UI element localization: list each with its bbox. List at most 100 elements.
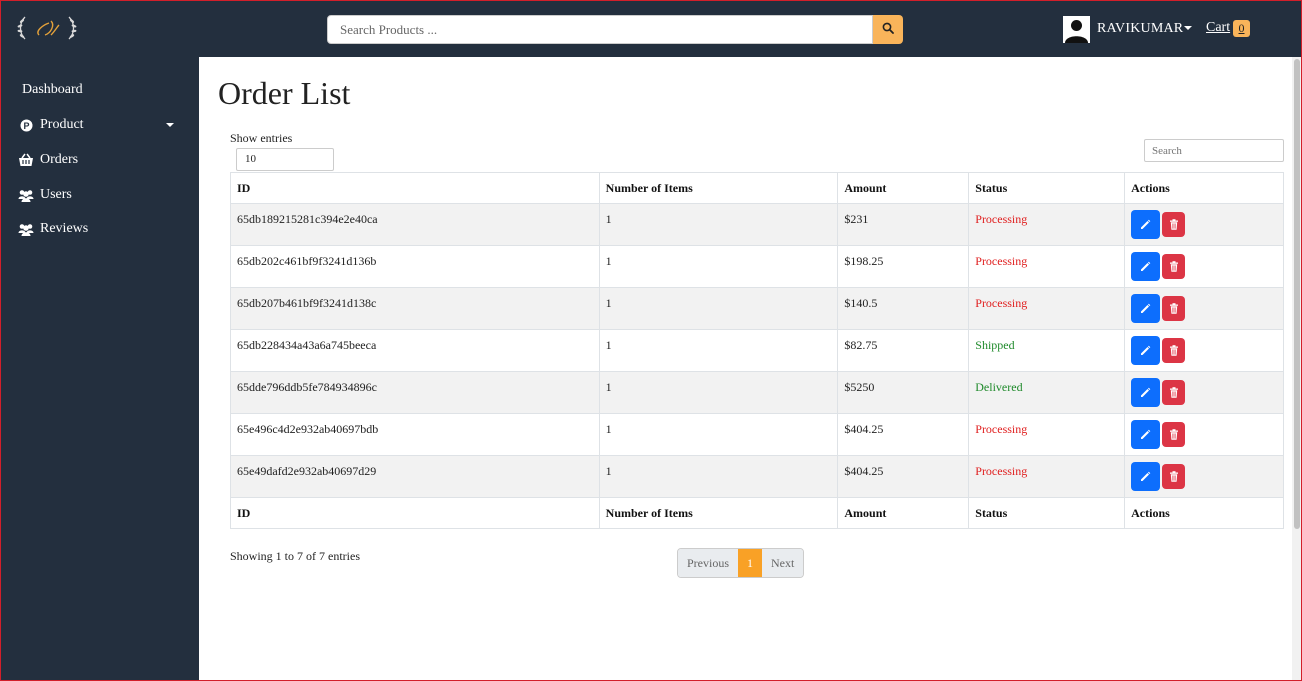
- top-navbar: RAVIKUMAR Cart 0: [1, 1, 1301, 57]
- table-body: 65db189215281c394e2e40ca 1 $231 Processing 6…: [230, 203, 1284, 498]
- user-menu[interactable]: RAVIKUMAR: [1063, 15, 1183, 43]
- sidebar: Dashboard P Product Orders Users Reviews: [1, 57, 199, 680]
- cart-count-badge[interactable]: 0: [1233, 20, 1250, 37]
- status-cell: Processing: [968, 413, 1126, 456]
- chevron-down-icon[interactable]: [1184, 26, 1192, 30]
- column-footer-actions[interactable]: Actions: [1124, 497, 1284, 529]
- brand-logo[interactable]: [15, 11, 79, 47]
- column-header-items[interactable]: Number of Items: [598, 172, 839, 204]
- sidebar-item-product[interactable]: P Product: [1, 110, 199, 140]
- items-count-cell: 1: [598, 329, 839, 372]
- column-footer-id[interactable]: ID: [230, 497, 600, 529]
- sidebar-item-dashboard[interactable]: Dashboard: [1, 75, 199, 105]
- trash-icon: [1169, 345, 1179, 356]
- status-cell: Processing: [968, 245, 1126, 288]
- pencil-icon: [1140, 429, 1151, 440]
- column-footer-amount[interactable]: Amount: [837, 497, 970, 529]
- order-id-cell: 65e49dafd2e932ab40697d29: [230, 455, 600, 498]
- table-row: 65dde796ddb5fe784934896c 1 $5250 Delivered: [230, 371, 1284, 414]
- chevron-down-icon[interactable]: [166, 123, 174, 127]
- amount-cell: $82.75: [837, 329, 970, 372]
- search-button[interactable]: [873, 15, 903, 44]
- actions-cell: [1124, 455, 1284, 498]
- delete-order-button[interactable]: [1162, 338, 1186, 363]
- product-search-input[interactable]: [327, 15, 873, 44]
- edit-order-button[interactable]: [1131, 378, 1161, 407]
- delete-order-button[interactable]: [1162, 296, 1186, 321]
- sidebar-item-reviews[interactable]: Reviews: [1, 214, 199, 244]
- sidebar-item-orders[interactable]: Orders: [1, 145, 199, 175]
- status-cell: Processing: [968, 287, 1126, 330]
- sidebar-item-label: Reviews: [40, 221, 89, 236]
- edit-order-button[interactable]: [1131, 210, 1161, 239]
- column-header-status[interactable]: Status: [968, 172, 1126, 204]
- search-icon: [882, 21, 894, 39]
- amount-cell: $231: [837, 203, 970, 246]
- show-entries-label: Show entries: [230, 131, 293, 145]
- trash-icon: [1169, 303, 1179, 314]
- table-header-row: ID Number of Items Amount Status Actions: [230, 172, 1284, 204]
- order-id-cell: 65db202c461bf9f3241d136b: [230, 245, 600, 288]
- amount-cell: $404.25: [837, 413, 970, 456]
- page-button-current[interactable]: 1: [738, 549, 762, 577]
- actions-cell: [1124, 287, 1284, 330]
- sidebar-item-label: Dashboard: [22, 82, 83, 97]
- table-row: 65db202c461bf9f3241d136b 1 $198.25 Processi…: [230, 245, 1284, 288]
- items-count-cell: 1: [598, 203, 839, 246]
- status-cell: Delivered: [968, 371, 1126, 414]
- edit-order-button[interactable]: [1131, 336, 1161, 365]
- delete-order-button[interactable]: [1162, 464, 1186, 489]
- previous-page-button[interactable]: Previous: [678, 549, 738, 577]
- actions-cell: [1124, 413, 1284, 456]
- amount-cell: $5250: [837, 371, 970, 414]
- delete-order-button[interactable]: [1162, 212, 1186, 237]
- scrollbar-thumb[interactable]: [1294, 59, 1300, 529]
- delete-order-button[interactable]: [1162, 254, 1186, 279]
- edit-order-button[interactable]: [1131, 294, 1161, 323]
- column-footer-items[interactable]: Number of Items: [598, 497, 839, 529]
- pencil-icon: [1140, 261, 1151, 272]
- items-count-cell: 1: [598, 455, 839, 498]
- items-count-cell: 1: [598, 413, 839, 456]
- main-content: Order List Show entries 10 ID Number of …: [199, 57, 1301, 680]
- basket-icon: [18, 152, 34, 168]
- table-search-input[interactable]: [1144, 139, 1284, 162]
- users-icon: [18, 187, 34, 203]
- next-page-button[interactable]: Next: [762, 549, 804, 577]
- user-name[interactable]: RAVIKUMAR: [1097, 21, 1183, 37]
- sidebar-item-label: Product: [40, 117, 84, 132]
- edit-order-button[interactable]: [1131, 420, 1161, 449]
- delete-order-button[interactable]: [1162, 422, 1186, 447]
- column-header-id[interactable]: ID: [230, 172, 600, 204]
- product-p-icon: P: [18, 117, 34, 133]
- status-cell: Processing: [968, 455, 1126, 498]
- pagination: Previous 1 Next: [677, 548, 805, 578]
- orders-table: ID Number of Items Amount Status Actions…: [230, 172, 1284, 529]
- amount-cell: $404.25: [837, 455, 970, 498]
- svg-text:P: P: [23, 120, 29, 130]
- items-count-cell: 1: [598, 371, 839, 414]
- actions-cell: [1124, 203, 1284, 246]
- status-cell: Shipped: [968, 329, 1126, 372]
- edit-order-button[interactable]: [1131, 462, 1161, 491]
- order-id-cell: 65db207b461bf9f3241d138c: [230, 287, 600, 330]
- column-footer-status[interactable]: Status: [968, 497, 1126, 529]
- order-id-cell: 65db228434a43a6a745beeca: [230, 329, 600, 372]
- amount-cell: $198.25: [837, 245, 970, 288]
- edit-order-button[interactable]: [1131, 252, 1161, 281]
- items-count-cell: 1: [598, 287, 839, 330]
- table-row: 65e496c4d2e932ab40697bdb 1 $404.25 Processi…: [230, 413, 1284, 456]
- app-frame: RAVIKUMAR Cart 0 Dashboard P Product Ord…: [0, 0, 1302, 681]
- cart-link[interactable]: Cart: [1206, 20, 1230, 36]
- entries-select[interactable]: 10: [236, 148, 334, 171]
- table-row: 65db207b461bf9f3241d138c 1 $140.5 Processin…: [230, 287, 1284, 330]
- sidebar-item-label: Users: [40, 187, 72, 202]
- order-id-cell: 65db189215281c394e2e40ca: [230, 203, 600, 246]
- order-id-cell: 65dde796ddb5fe784934896c: [230, 371, 600, 414]
- delete-order-button[interactable]: [1162, 380, 1186, 405]
- table-info: Showing 1 to 7 of 7 entries: [230, 549, 360, 563]
- column-header-amount[interactable]: Amount: [837, 172, 970, 204]
- column-header-actions[interactable]: Actions: [1124, 172, 1284, 204]
- pencil-icon: [1140, 219, 1151, 230]
- sidebar-item-users[interactable]: Users: [1, 180, 199, 210]
